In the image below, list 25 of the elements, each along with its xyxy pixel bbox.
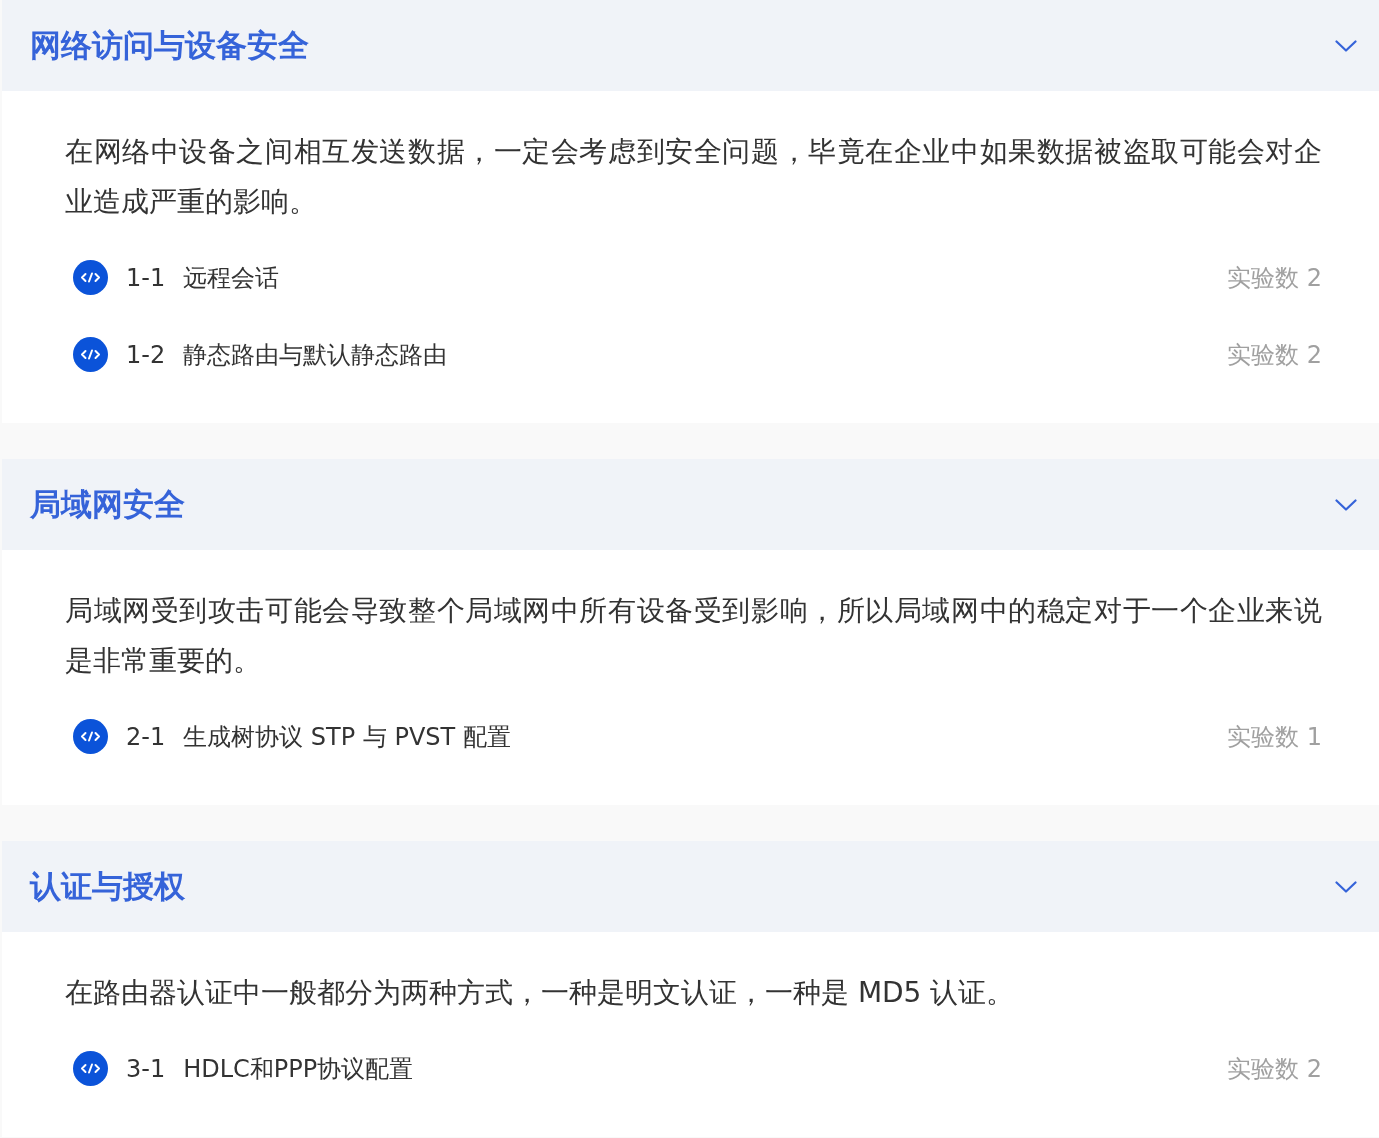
lab-count: 实验数 2: [1227, 262, 1322, 294]
chevron-icon[interactable]: [1335, 498, 1357, 511]
code-icon: [73, 260, 108, 295]
chevron-icon[interactable]: [1335, 880, 1357, 893]
lab-number: 1-1: [126, 263, 166, 292]
lab-count: 实验数 2: [1227, 339, 1322, 371]
lab-number: 2-1: [126, 722, 166, 751]
lab-title[interactable]: HDLC和PPP协议配置: [183, 1052, 414, 1085]
section-title: 局域网安全: [30, 484, 185, 524]
lab-title[interactable]: 生成树协议 STP 与 PVST 配置: [183, 720, 511, 753]
chevron-icon[interactable]: [1335, 39, 1357, 52]
lab-title[interactable]: 远程会话: [183, 261, 280, 294]
section-description: 在网络中设备之间相互发送数据，一定会考虑到安全问题，毕竟在企业中如果数据被盗取可能会对企业造成严重的影响。: [65, 134, 1322, 220]
section-description: 局域网受到攻击可能会导致整个局域网中所有设备受到影响，所以局域网中的稳定对于一个企业来说是非常重要的。: [65, 593, 1322, 679]
section-description: 在路由器认证中一般都分为两种方式，一种是明文认证，一种是 MD5 认证。: [65, 975, 1016, 1011]
lab-title[interactable]: 静态路由与默认静态路由: [183, 338, 448, 371]
lab-count: 实验数 2: [1227, 1053, 1322, 1085]
code-icon: [73, 719, 108, 754]
lab-number: 1-2: [126, 340, 166, 369]
section-title: 网络访问与设备安全: [30, 25, 309, 65]
lab-number: 3-1: [126, 1054, 166, 1083]
code-icon: [73, 337, 108, 372]
code-icon: [73, 1051, 108, 1086]
lab-count: 实验数 1: [1227, 721, 1322, 753]
section-title: 认证与授权: [30, 866, 185, 906]
